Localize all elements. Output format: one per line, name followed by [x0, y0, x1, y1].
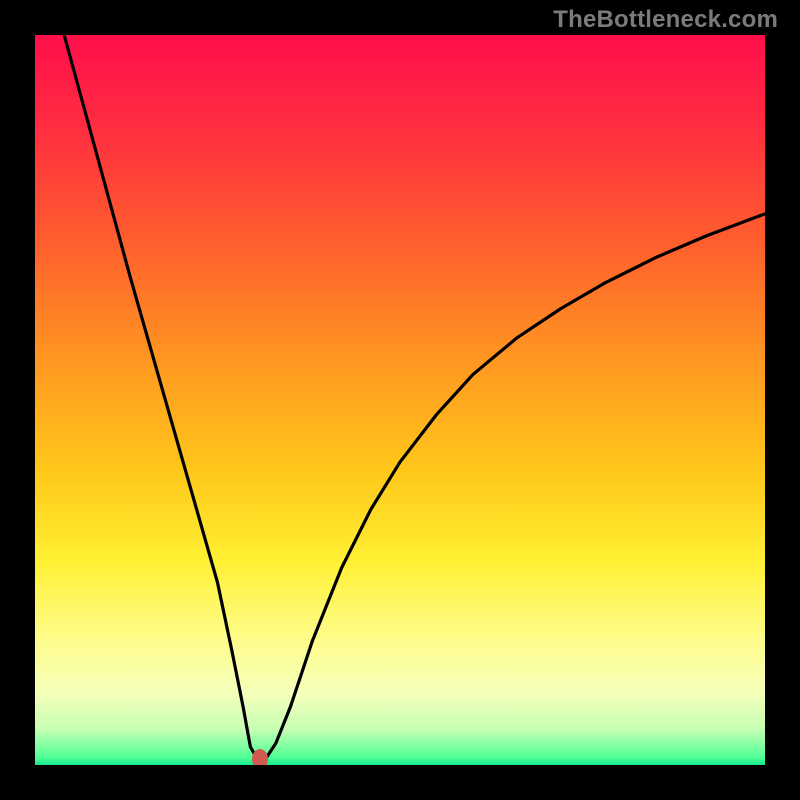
- chart-svg: [35, 35, 765, 765]
- watermark-text: TheBottleneck.com: [553, 6, 778, 34]
- plot-area: [35, 35, 765, 765]
- outer-frame: TheBottleneck.com: [0, 0, 800, 800]
- current-config-marker: [252, 749, 268, 765]
- gradient-background: [35, 35, 765, 765]
